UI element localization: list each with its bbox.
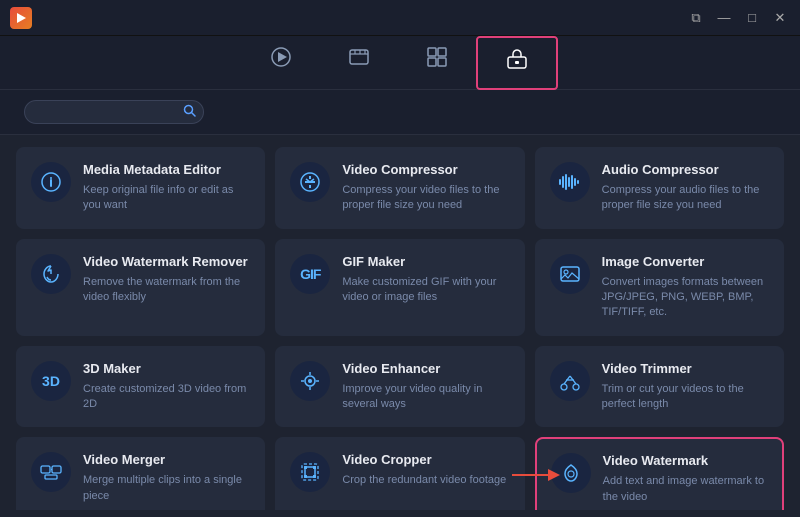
tool-card-video-enhancer[interactable]: Video Enhancer Improve your video qualit… [275,346,524,428]
tools-grid: Media Metadata Editor Keep original file… [16,147,784,510]
tool-desc-image-converter: Convert images formats between JPG/JPEG,… [602,275,769,321]
tool-name-video-watermark-remover: Video Watermark Remover [83,254,250,271]
search-bar [0,90,800,135]
tool-desc-video-merger: Merge multiple clips into a single piece [83,473,250,504]
tab-mv[interactable] [320,36,398,89]
tool-info-video-merger: Video Merger Merge multiple clips into a… [83,452,250,504]
tool-info-media-metadata-editor: Media Metadata Editor Keep original file… [83,162,250,214]
tool-name-3d-maker: 3D Maker [83,361,250,378]
window-tile-btn[interactable]: ⧉ [686,8,706,28]
tool-name-video-cropper: Video Cropper [342,452,509,469]
nav-tabs [0,36,800,90]
tool-name-video-enhancer: Video Enhancer [342,361,509,378]
collage-icon [426,46,448,72]
main-content: Media Metadata Editor Keep original file… [0,135,800,510]
tool-card-video-watermark-remover[interactable]: Video Watermark Remover Remove the water… [16,239,265,336]
tool-card-gif-maker[interactable]: GIF GIF Maker Make customized GIF with y… [275,239,524,336]
window-maximize-btn[interactable]: □ [742,8,762,28]
tool-icon-video-merger [31,452,71,492]
search-input[interactable] [24,100,204,124]
tool-desc-media-metadata-editor: Keep original file info or edit as you w… [83,183,250,214]
tool-desc-audio-compressor: Compress your audio files to the proper … [602,183,769,214]
tool-icon-video-trimmer [550,361,590,401]
tool-info-video-watermark-remover: Video Watermark Remover Remove the water… [83,254,250,306]
tool-name-video-merger: Video Merger [83,452,250,469]
tool-desc-3d-maker: Create customized 3D video from 2D [83,382,250,413]
window-controls: ⧉ — □ ✕ [686,8,790,28]
tool-icon-audio-compressor [550,162,590,202]
tool-card-video-cropper[interactable]: Video Cropper Crop the redundant video f… [275,437,524,510]
tool-desc-video-enhancer: Improve your video quality in several wa… [342,382,509,413]
tool-desc-video-watermark-remover: Remove the watermark from the video flex… [83,275,250,306]
tool-info-video-compressor: Video Compressor Compress your video fil… [342,162,509,214]
tool-desc-video-cropper: Crop the redundant video footage [342,473,509,488]
tool-info-video-cropper: Video Cropper Crop the redundant video f… [342,452,509,488]
tab-toolbox[interactable] [476,36,558,90]
tool-icon-image-converter [550,254,590,294]
tab-collage[interactable] [398,36,476,89]
tool-icon-3d-maker: 3D [31,361,71,401]
tool-name-video-trimmer: Video Trimmer [602,361,769,378]
tool-name-video-watermark: Video Watermark [603,453,768,470]
converter-icon [270,46,292,72]
search-input-wrap [24,100,204,124]
tool-card-video-trimmer[interactable]: Video Trimmer Trim or cut your videos to… [535,346,784,428]
tool-name-audio-compressor: Audio Compressor [602,162,769,179]
tool-desc-video-compressor: Compress your video files to the proper … [342,183,509,214]
tool-desc-video-watermark: Add text and image watermark to the vide… [603,474,768,505]
search-icon[interactable] [183,104,196,120]
tool-info-video-trimmer: Video Trimmer Trim or cut your videos to… [602,361,769,413]
tool-info-audio-compressor: Audio Compressor Compress your audio fil… [602,162,769,214]
tool-info-image-converter: Image Converter Convert images formats b… [602,254,769,321]
tab-converter[interactable] [242,36,320,89]
tool-icon-gif-maker: GIF [290,254,330,294]
tool-card-video-merger[interactable]: Video Merger Merge multiple clips into a… [16,437,265,510]
mv-icon [348,46,370,72]
tool-card-audio-compressor[interactable]: Audio Compressor Compress your audio fil… [535,147,784,229]
tool-name-media-metadata-editor: Media Metadata Editor [83,162,250,179]
app-logo [10,7,32,29]
tool-name-image-converter: Image Converter [602,254,769,271]
tool-card-3d-maker[interactable]: 3D 3D Maker Create customized 3D video f… [16,346,265,428]
window-close-btn[interactable]: ✕ [770,8,790,28]
window-minimize-btn[interactable]: — [714,8,734,28]
tool-card-image-converter[interactable]: Image Converter Convert images formats b… [535,239,784,336]
tool-icon-video-compressor [290,162,330,202]
tool-card-video-compressor[interactable]: Video Compressor Compress your video fil… [275,147,524,229]
tool-info-video-enhancer: Video Enhancer Improve your video qualit… [342,361,509,413]
tool-desc-gif-maker: Make customized GIF with your video or i… [342,275,509,306]
tool-icon-media-metadata-editor [31,162,71,202]
tool-name-video-compressor: Video Compressor [342,162,509,179]
tool-icon-video-watermark [551,453,591,493]
titlebar-left [10,7,40,29]
tool-icon-video-watermark-remover [31,254,71,294]
tool-info-video-watermark: Video Watermark Add text and image water… [603,453,768,505]
toolbox-icon [506,48,528,74]
tool-desc-video-trimmer: Trim or cut your videos to the perfect l… [602,382,769,413]
tool-card-media-metadata-editor[interactable]: Media Metadata Editor Keep original file… [16,147,265,229]
tool-icon-video-enhancer [290,361,330,401]
tool-info-3d-maker: 3D Maker Create customized 3D video from… [83,361,250,413]
tool-card-video-watermark[interactable]: Video Watermark Add text and image water… [535,437,784,510]
tool-info-gif-maker: GIF Maker Make customized GIF with your … [342,254,509,306]
tool-icon-video-cropper [290,452,330,492]
tool-name-gif-maker: GIF Maker [342,254,509,271]
titlebar: ⧉ — □ ✕ [0,0,800,36]
